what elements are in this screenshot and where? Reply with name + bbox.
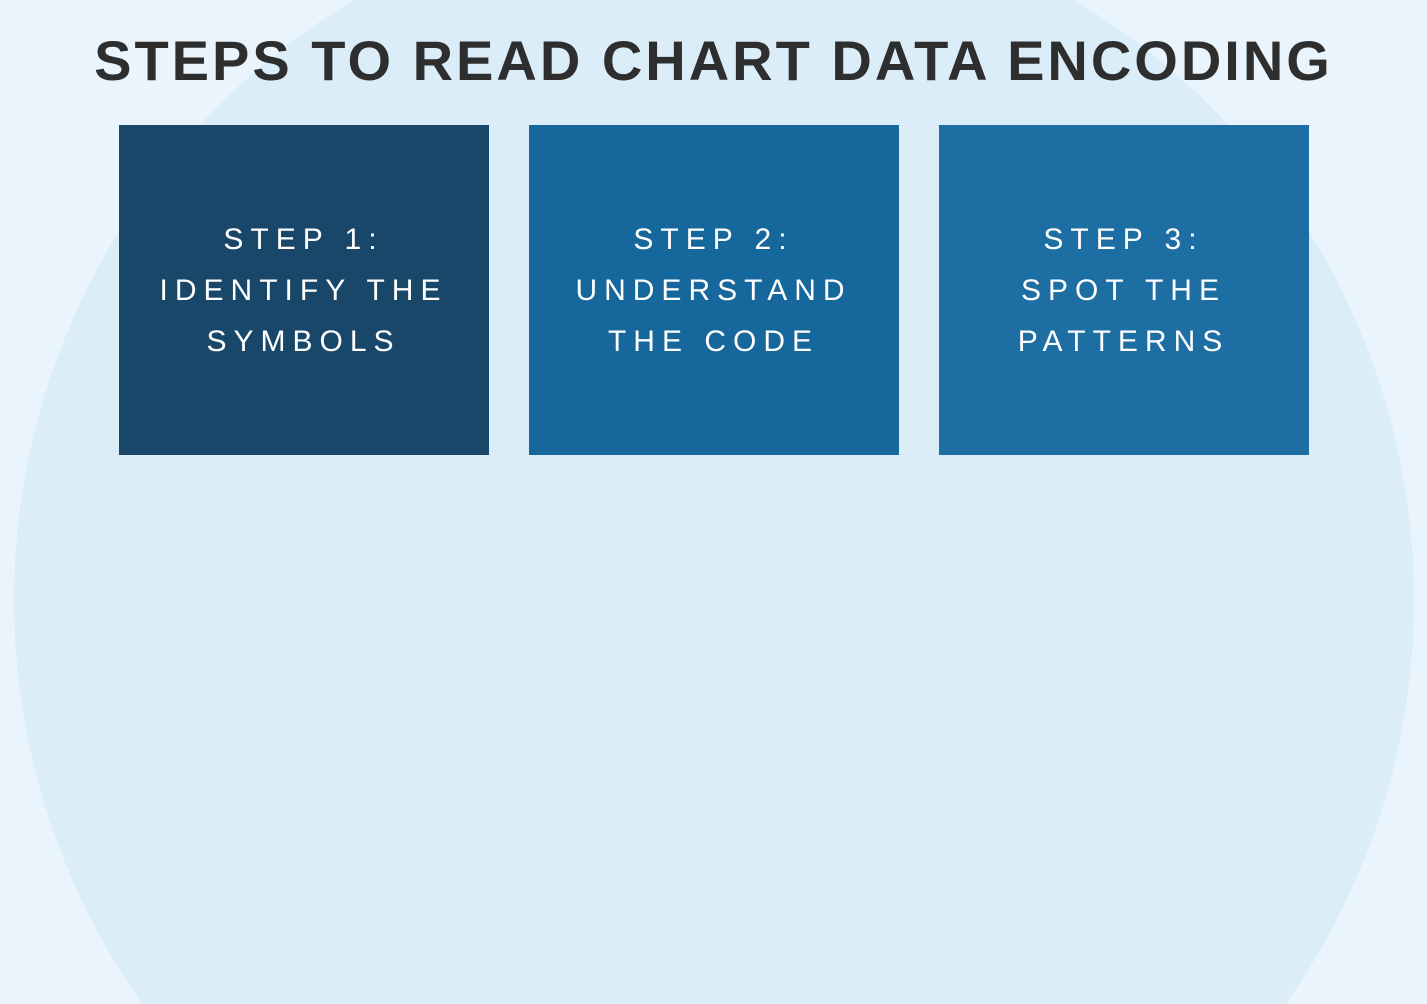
- step-3-label: STEP 3:: [1043, 214, 1203, 265]
- step-card-3: STEP 3: SPOT THE PATTERNS: [939, 125, 1309, 455]
- step-2-label: STEP 2:: [633, 214, 793, 265]
- step-card-2: STEP 2: UNDERSTAND THE CODE: [529, 125, 899, 455]
- page-title: STEPS TO READ CHART DATA ENCODING: [94, 28, 1333, 93]
- step-2-desc-line1: UNDERSTAND: [575, 265, 851, 316]
- step-1-label: STEP 1:: [223, 214, 383, 265]
- step-2-desc-line2: THE CODE: [608, 316, 819, 367]
- step-1-desc-line2: SYMBOLS: [206, 316, 400, 367]
- steps-row: STEP 1: IDENTIFY THE SYMBOLS STEP 2: UND…: [119, 125, 1309, 455]
- step-3-desc-line2: PATTERNS: [1018, 316, 1230, 367]
- step-3-desc-line1: SPOT THE: [1021, 265, 1226, 316]
- step-1-desc-line1: IDENTIFY THE: [160, 265, 448, 316]
- step-card-1: STEP 1: IDENTIFY THE SYMBOLS: [119, 125, 489, 455]
- content-container: STEPS TO READ CHART DATA ENCODING STEP 1…: [0, 0, 1427, 502]
